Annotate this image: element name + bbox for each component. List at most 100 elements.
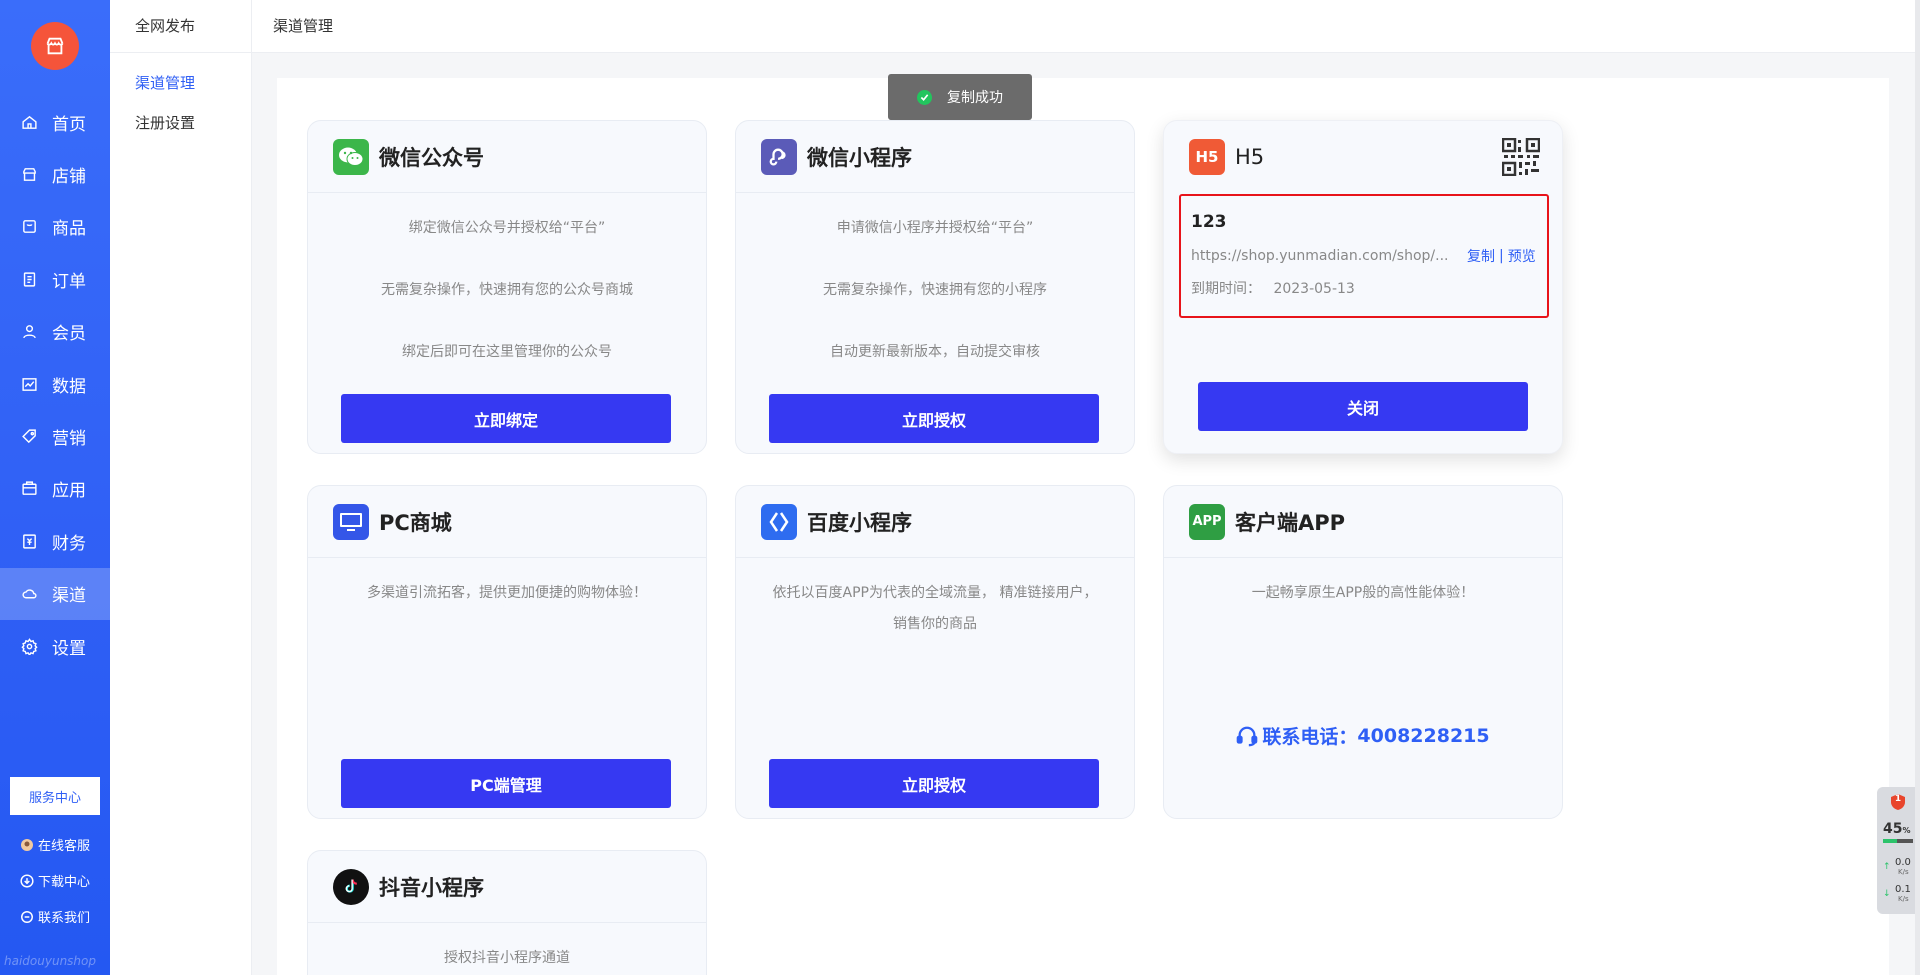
nav-item-data[interactable]: 数据 <box>0 358 110 410</box>
tag-icon <box>20 428 38 446</box>
contact-label: 联系电话： <box>1262 726 1358 748</box>
app-icon <box>20 480 38 498</box>
nav-item-home[interactable]: 首页 <box>0 96 110 148</box>
home-icon <box>20 113 38 131</box>
bind-now-button[interactable]: 立即绑定 <box>341 394 671 443</box>
avatar-icon <box>20 838 34 852</box>
cpu-bar <box>1883 839 1913 843</box>
card-header: 抖音小程序 <box>308 851 706 923</box>
secondary-menu: 全网发布 渠道管理 注册设置 <box>110 0 252 975</box>
goods-icon <box>20 218 38 236</box>
nav-item-member[interactable]: 会员 <box>0 306 110 358</box>
card-wechat-mini-program: 微信小程序 申请微信小程序并授权给“平台” 无需复杂操作，快速拥有您的小程序 自… <box>735 120 1135 454</box>
card-title: 抖音小程序 <box>379 875 484 900</box>
page-title: 渠道管理 <box>273 17 334 35</box>
h5-url-row: https://shop.yunmadian.com/shop/... 复制 |… <box>1191 246 1537 266</box>
main-panel: 微信公众号 绑定微信公众号并授权给“平台” 无需复杂操作，快速拥有您的公众号商城… <box>277 78 1889 975</box>
preview-link[interactable]: 预览 <box>1508 246 1536 266</box>
online-service-label: 在线客服 <box>38 839 91 854</box>
nav-item-goods[interactable]: 商品 <box>0 201 110 253</box>
download-speed: 0.1 <box>1895 884 1911 895</box>
nav-item-label: 应用 <box>52 481 86 502</box>
authorize-button[interactable]: 立即授权 <box>769 394 1099 443</box>
chat-icon <box>20 910 34 924</box>
card-desc-line: 绑定微信公众号并授权给“平台” <box>408 220 606 236</box>
card-description: 一起畅享原生APP般的高性能体验！ <box>1164 558 1562 609</box>
monitor-icon <box>333 503 369 540</box>
upload-arrow-icon: ↑ <box>1883 862 1891 872</box>
store-icon <box>20 166 38 184</box>
nav-item-label: 数据 <box>52 376 86 397</box>
pc-management-button[interactable]: PC端管理 <box>341 759 671 808</box>
nav-item-label: 订单 <box>52 271 86 292</box>
nav-item-order[interactable]: 订单 <box>0 253 110 305</box>
download-center-label: 下载中心 <box>38 875 91 890</box>
card-description: 申请微信小程序并授权给“平台” 无需复杂操作，快速拥有您的小程序 自动更新最新版… <box>736 193 1134 368</box>
card-header: 百度小程序 <box>736 486 1134 558</box>
logo[interactable] <box>31 22 79 70</box>
card-desc-line: 一起畅享原生APP般的高性能体验！ <box>1251 585 1475 601</box>
channel-icon <box>20 585 38 603</box>
toast-text: 复制成功 <box>947 90 1003 106</box>
finance-icon <box>20 532 38 550</box>
submenu-item-channel-management[interactable]: 渠道管理 <box>110 63 251 103</box>
service-center-button[interactable]: 服务中心 <box>10 777 100 815</box>
card-wechat-official: 微信公众号 绑定微信公众号并授权给“平台” 无需复杂操作，快速拥有您的公众号商城… <box>307 120 707 454</box>
card-description: 依托以百度APP为代表的全域流量， 精准链接用户， 销售你的商品 <box>736 558 1134 640</box>
cpu-percent-value: 45 <box>1883 821 1903 837</box>
card-desc-line: 销售你的商品 <box>893 616 977 632</box>
card-desc-line: 无需复杂操作，快速拥有您的公众号商城 <box>381 282 633 298</box>
submenu-item-registration-settings[interactable]: 注册设置 <box>110 103 251 143</box>
cpu-bar-fill <box>1883 839 1897 843</box>
wechat-icon <box>333 138 369 175</box>
card-header: APP 客户端APP <box>1164 486 1562 558</box>
nav-item-marketing[interactable]: 营销 <box>0 410 110 462</box>
performance-monitor-widget[interactable]: 1 45% ↑ 0.0 K/s ↓ 0.1 K/s <box>1877 787 1920 914</box>
gear-icon <box>20 637 38 655</box>
authorize-button[interactable]: 立即授权 <box>769 759 1099 808</box>
nav-item-label: 设置 <box>52 638 86 659</box>
breadcrumb: 渠道管理 <box>252 0 1915 53</box>
toast-message: 复制成功 <box>888 74 1032 120</box>
nav-item-store[interactable]: 店铺 <box>0 148 110 200</box>
secondary-menu-list: 渠道管理 注册设置 <box>110 0 251 143</box>
douyin-icon <box>333 868 369 905</box>
nav-item-finance[interactable]: 财务 <box>0 515 110 567</box>
expire-label: 到期时间： <box>1191 281 1261 297</box>
card-description: 绑定微信公众号并授权给“平台” 无需复杂操作，快速拥有您的公众号商城 绑定后即可… <box>308 193 706 368</box>
cpu-percent: 45% <box>1883 821 1911 837</box>
scrollbar[interactable] <box>1915 0 1920 975</box>
online-service-link[interactable]: 在线客服 <box>20 835 90 854</box>
app-icon: APP <box>1189 503 1225 540</box>
card-desc-line: 自动更新最新版本，自动提交审核 <box>830 344 1040 360</box>
nav-item-apps[interactable]: 应用 <box>0 463 110 515</box>
cpu-percent-unit: % <box>1902 826 1911 835</box>
shop-logo-icon <box>46 37 64 55</box>
nav-item-settings[interactable]: 设置 <box>0 620 110 672</box>
shield-icon: 1 <box>1890 793 1906 811</box>
nav-item-label: 渠道 <box>52 586 86 607</box>
download-icon <box>20 873 34 888</box>
copy-link[interactable]: 复制 <box>1467 246 1495 266</box>
contact-phone: 联系电话： 4008228215 <box>1164 722 1562 749</box>
card-description: 多渠道引流拓客，提供更加便捷的购物体验！ <box>308 558 706 609</box>
nav-item-label: 首页 <box>52 114 86 135</box>
nav-item-label: 营销 <box>52 429 86 450</box>
qr-code-icon[interactable] <box>1501 137 1541 177</box>
close-button[interactable]: 关闭 <box>1198 382 1528 431</box>
card-baidu-mini-program: 百度小程序 依托以百度APP为代表的全域流量， 精准链接用户， 销售你的商品 立… <box>735 485 1135 819</box>
nav-item-channel[interactable]: 渠道 <box>0 567 110 620</box>
card-title: 百度小程序 <box>807 510 912 535</box>
card-title: H5 <box>1235 145 1265 169</box>
card-header: 微信小程序 <box>736 121 1134 193</box>
check-circle-icon <box>917 89 932 105</box>
h5-icon: H5 <box>1189 139 1225 175</box>
card-header: 微信公众号 <box>308 121 706 193</box>
card-h5: H5 H5 123 https://shop.yunmadian.com/sho… <box>1163 120 1563 454</box>
download-center-link[interactable]: 下载中心 <box>20 871 90 890</box>
contact-us-link[interactable]: 联系我们 <box>20 907 90 926</box>
order-icon <box>20 270 38 288</box>
upload-speed-unit: K/s <box>1898 868 1909 876</box>
card-desc-line: 无需复杂操作，快速拥有您的小程序 <box>823 282 1047 298</box>
watermark: haidouyunshop <box>4 954 96 968</box>
